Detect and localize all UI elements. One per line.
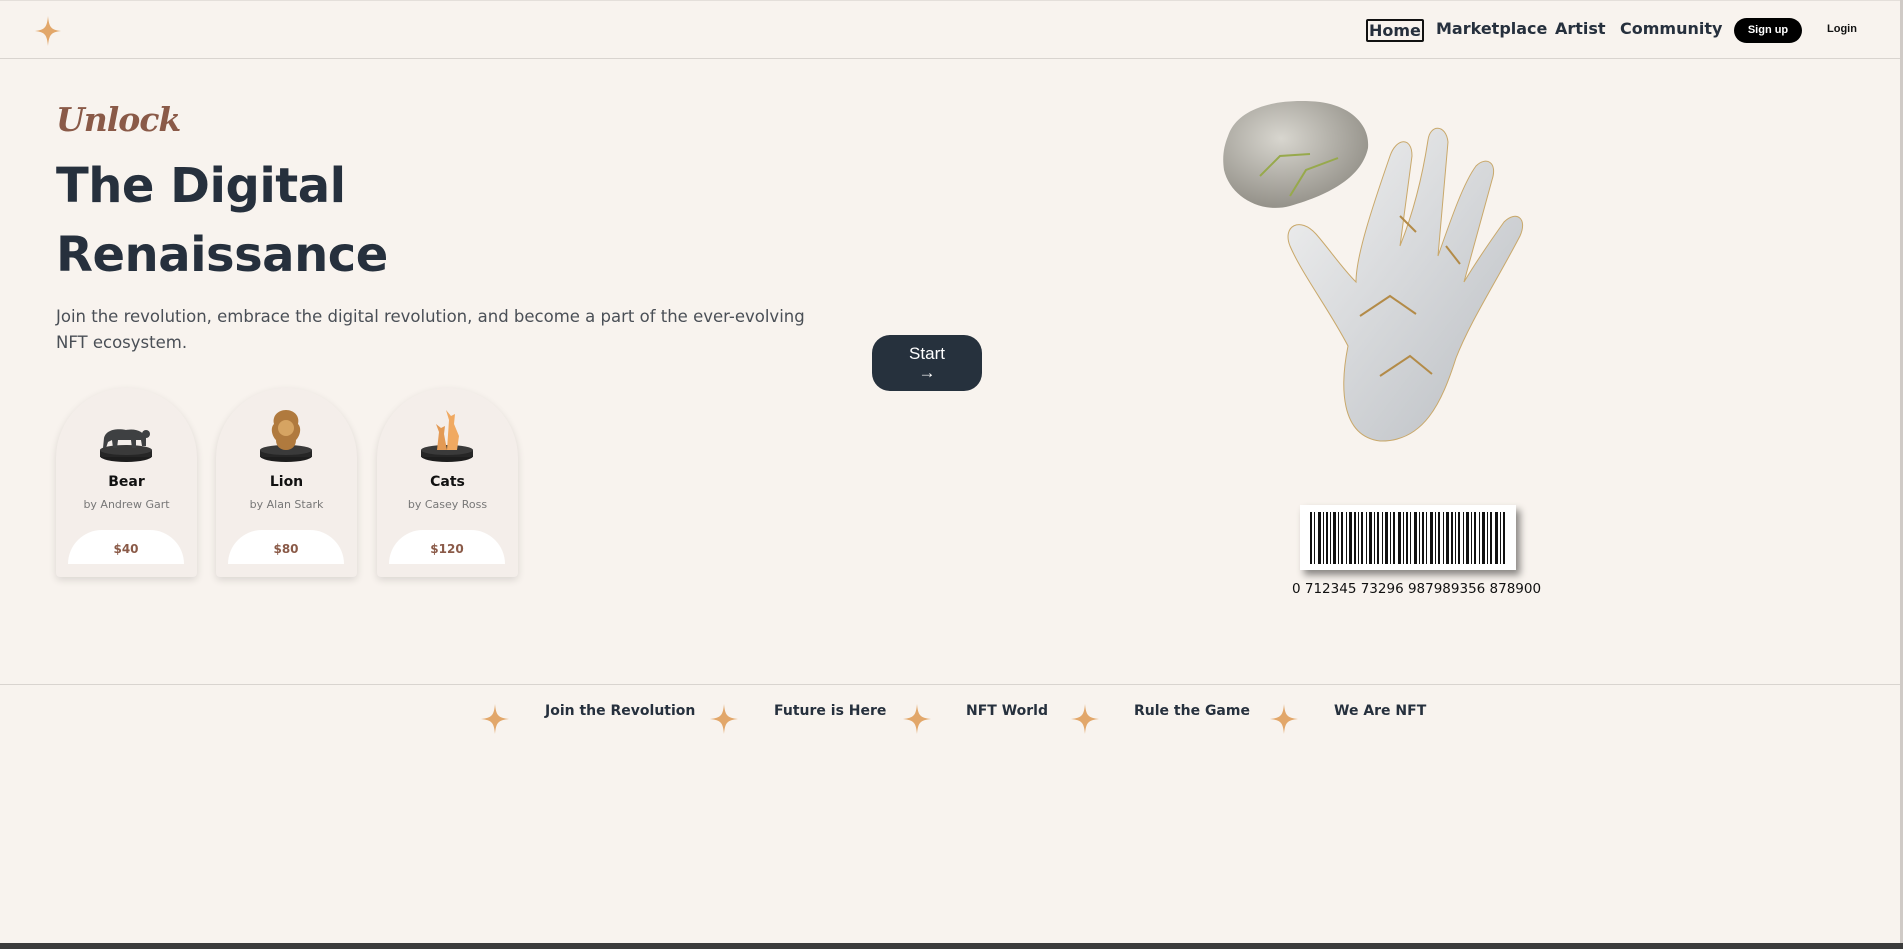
sparkle-icon xyxy=(1270,704,1298,734)
hero-title-line2: Renaissance xyxy=(56,227,388,283)
start-button[interactable]: Start → xyxy=(872,335,982,391)
top-navigation: Home Marketplace Artist Community Sign u… xyxy=(0,0,1903,59)
sparkle-icon xyxy=(903,704,931,734)
ticker-item: Future is Here xyxy=(774,703,887,719)
hero-hand-sculpture-image xyxy=(1223,101,1524,442)
card-title: Lion xyxy=(269,474,304,490)
card-title: Cats xyxy=(430,474,465,490)
signup-button[interactable]: Sign up xyxy=(1734,18,1802,43)
landing-page: Home Marketplace Artist Community Sign u… xyxy=(0,0,1903,949)
sparkle-icon xyxy=(710,704,738,734)
ticker-item: NFT World xyxy=(966,703,1048,719)
ticker-item: Join the Revolution xyxy=(545,703,696,719)
card-price[interactable]: $40 xyxy=(68,530,184,564)
card-price[interactable]: $120 xyxy=(389,530,505,564)
barcode-bars xyxy=(1310,512,1505,564)
lion-statue-icon xyxy=(260,410,312,462)
ticker-item: We Are NFT xyxy=(1334,703,1427,719)
nav-link-home[interactable]: Home xyxy=(1366,19,1424,42)
cats-statue-icon xyxy=(421,410,473,462)
card-artist: by Andrew Gart xyxy=(83,498,170,511)
nav-link-artist[interactable]: Artist xyxy=(1555,19,1606,38)
hero-kicker: Unlock xyxy=(56,100,181,139)
card-price[interactable]: $80 xyxy=(228,530,344,564)
card-artist: by Alan Stark xyxy=(249,498,324,511)
ticker-divider xyxy=(0,684,1903,685)
hero-description: Join the revolution, embrace the digital… xyxy=(56,307,805,352)
bear-statue-icon xyxy=(100,429,152,462)
nft-card-lion[interactable]: Lion by Alan Stark $80 xyxy=(216,388,357,577)
nav-link-marketplace[interactable]: Marketplace xyxy=(1436,19,1547,38)
nav-link-community[interactable]: Community xyxy=(1620,19,1722,38)
hero-title: The Digital Renaissance xyxy=(56,152,388,290)
sparkle-icon xyxy=(481,704,509,734)
login-link[interactable]: Login xyxy=(1827,23,1857,35)
barcode-number: 0 712345 73296 987989356 878900 xyxy=(1292,581,1542,597)
nft-card-cats[interactable]: Cats by Casey Ross $120 xyxy=(377,388,518,577)
ticker-item: Rule the Game xyxy=(1134,703,1250,719)
sparkle-logo-icon[interactable] xyxy=(35,16,61,46)
sparkle-icon xyxy=(1071,704,1099,734)
window-bottom-edge xyxy=(0,943,1903,949)
start-button-label: Start xyxy=(909,344,945,363)
card-artist: by Casey Ross xyxy=(407,498,488,511)
hero-title-line1: The Digital xyxy=(56,158,346,214)
nft-card-bear[interactable]: Bear by Andrew Gart $40 xyxy=(56,388,197,577)
card-title: Bear xyxy=(108,474,145,490)
arrow-right-icon: → xyxy=(918,363,936,382)
barcode-image xyxy=(1300,505,1516,570)
